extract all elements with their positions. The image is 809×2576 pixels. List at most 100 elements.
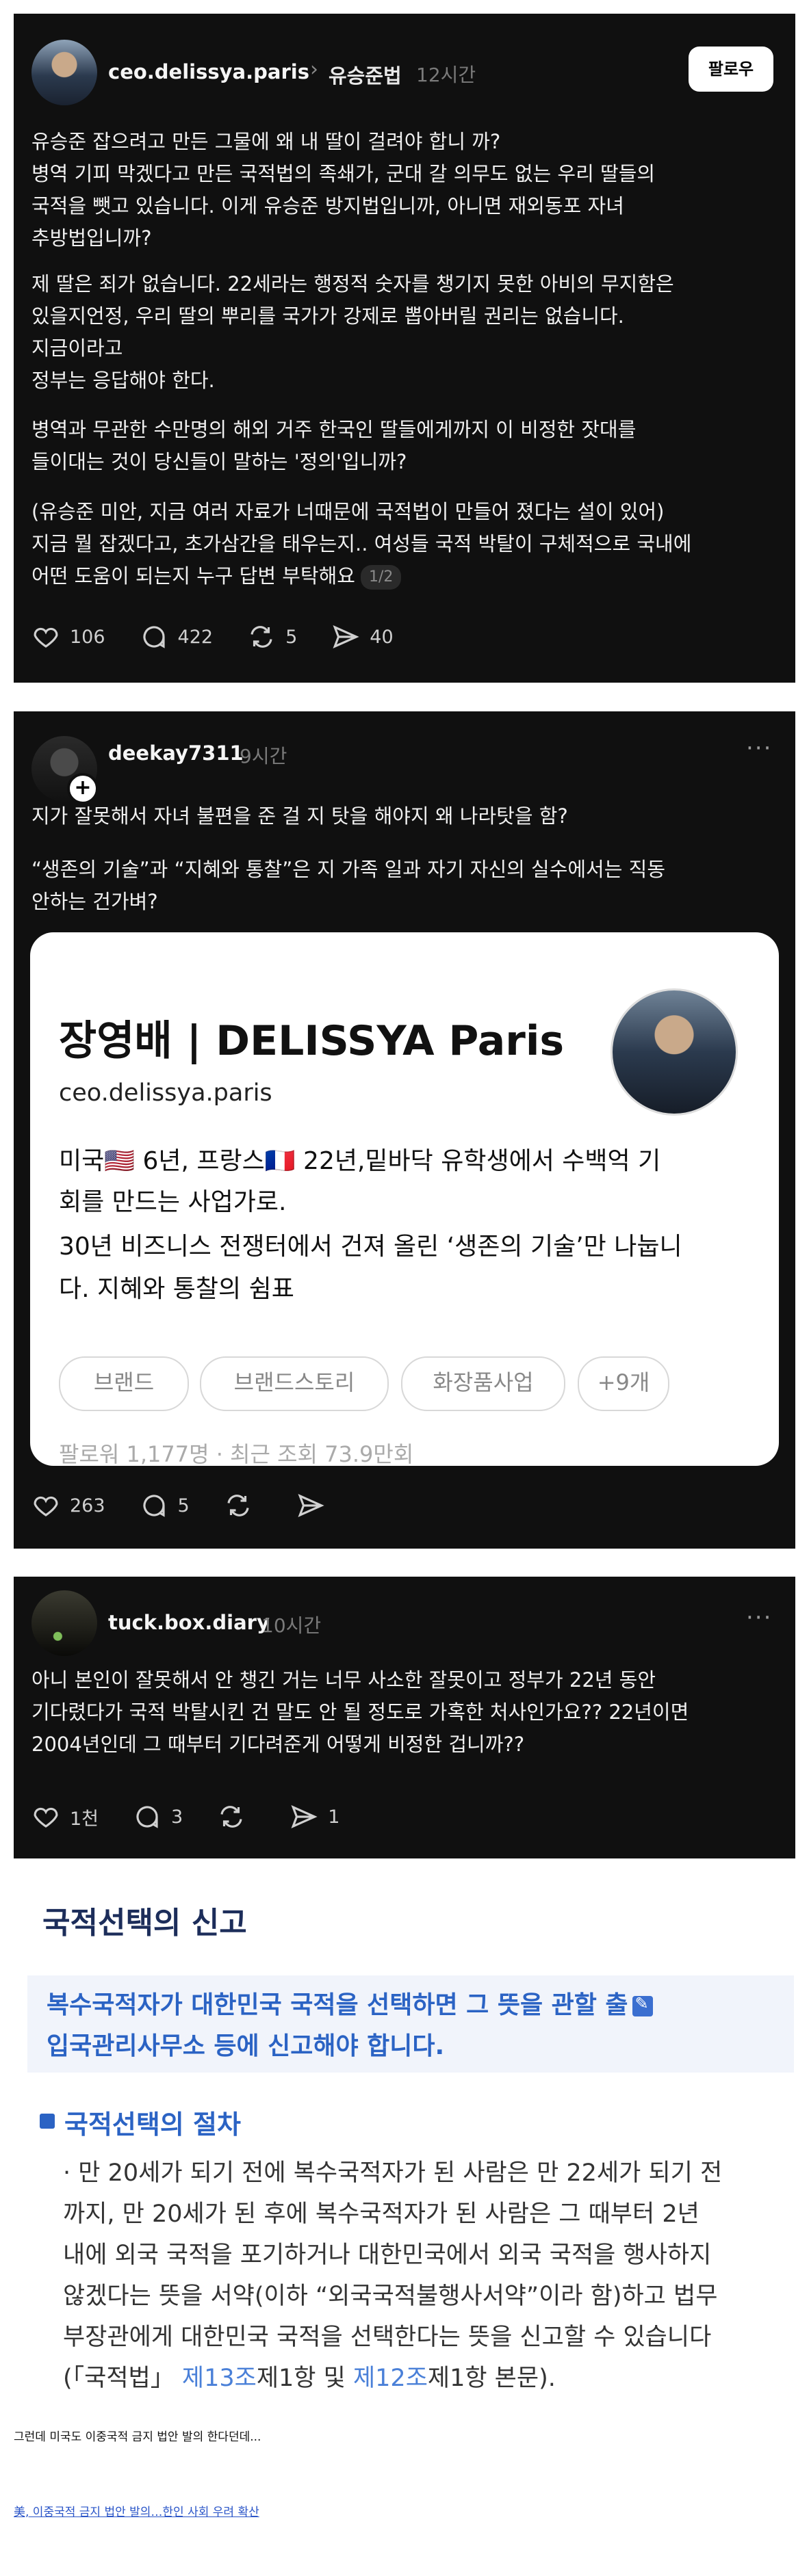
- post-card-1: ceo.delissya.paris › 유승준법 12시간 팔로우 유승준 잡…: [14, 14, 795, 683]
- post-actions: 106 422 5 40: [31, 622, 428, 651]
- post-card-3: tuck.box.diary 10시간 ··· 아니 본인이 잘못해서 안 챙긴…: [14, 1577, 795, 1858]
- share-count: 1: [328, 1806, 340, 1828]
- profile-tag-chip: +9개: [578, 1356, 669, 1411]
- repost-button[interactable]: [217, 1802, 255, 1831]
- send-icon: [291, 1805, 318, 1828]
- repost-icon: [227, 1495, 249, 1516]
- post-text-line: 지가 잘못해서 자녀 불편을 준 걸 지 탓을 해야지 왜 나라탓을 함?: [31, 804, 568, 828]
- doc-text-line: 부장관에게 대한민국 국적을 선택한다는 뜻을 신고할 수 있습니다: [63, 2324, 712, 2351]
- like-count: 1천: [70, 1808, 99, 1830]
- post-time: 12시간: [416, 64, 476, 86]
- profile-avatar: [611, 988, 738, 1116]
- doc-text-line: 않겠다는 뜻을 서약(이하 “외국국적불행사서약”이라 함)하고 법무: [63, 2283, 718, 2310]
- news-link[interactable]: 美, 이중국적 금지 법안 발의…한인 사회 우려 확산: [14, 2502, 259, 2519]
- heart-icon: [34, 1496, 58, 1516]
- post-text-line: 어떤 도움이 되는지 누구 답변 부탁해요 1/2: [31, 560, 402, 592]
- post-time: 10시간: [261, 1614, 322, 1637]
- send-icon: [333, 625, 359, 648]
- post-text-line: 유승준 잡으려고 만든 그물에 왜 내 딸이 걸려야 합니 까?: [31, 130, 501, 153]
- doc-highlight-line: 입국관리사무소 등에 신고해야 합니다.: [47, 2032, 445, 2060]
- doc-title: 국적선택의 신고: [42, 1906, 247, 1941]
- post-username[interactable]: deekay7311: [108, 741, 244, 765]
- post-text-line: 들이대는 것이 당신들이 말하는 '정의'입니까?: [31, 450, 407, 473]
- section-bullet-icon: [40, 2114, 55, 2129]
- like-count: 106: [70, 626, 105, 648]
- post-text-line: 정부는 응답해야 한다.: [31, 369, 215, 392]
- doc-text-line: 내에 외국 국적을 포기하거나 대한민국에서 외국 국적을 행사하지: [63, 2242, 712, 2269]
- doc-text-line: · 만 20세가 되기 전에 복수국적자가 된 사람은 만 22세가 되기 전: [63, 2159, 723, 2187]
- post-text-line: 추방법입니까?: [31, 226, 152, 250]
- more-options-icon[interactable]: ···: [746, 1604, 772, 1631]
- more-options-icon[interactable]: ···: [746, 735, 772, 762]
- like-button[interactable]: 106: [31, 622, 105, 651]
- comment-count: 5: [177, 1495, 190, 1516]
- comment-button[interactable]: 5: [140, 1491, 190, 1520]
- post-text-line: “생존의 기술”과 “지혜와 통찰”은 지 가족 일과 자기 자신의 실수에서는…: [31, 858, 665, 881]
- follow-button[interactable]: 팔로우: [689, 47, 773, 92]
- post-text-line: 병역 기피 막겠다고 만든 국적법의 족쇄가, 군대 갈 의무도 없는 우리 딸…: [31, 162, 656, 185]
- post-username[interactable]: tuck.box.diary: [108, 1611, 270, 1634]
- post-username[interactable]: ceo.delissya.paris: [108, 60, 309, 83]
- repost-icon: [251, 626, 272, 648]
- repost-button[interactable]: [224, 1491, 262, 1520]
- profile-bio-line: 회를 만드는 사업가로.: [59, 1188, 287, 1216]
- profile-bio-line: 다. 지혜와 통찰의 쉼표: [59, 1275, 294, 1303]
- comment-icon: [136, 1806, 158, 1828]
- post-time: 9시간: [240, 745, 287, 767]
- doc-text-line: 까지, 만 20세가 된 후에 복수국적자가 된 사람은 그 때부터 2년: [63, 2200, 699, 2228]
- avatar[interactable]: [31, 40, 97, 105]
- embedded-profile-card: 장영배 | DELISSYA Paris ceo.delissya.paris …: [30, 932, 779, 1466]
- doc-text: 제1항 및: [256, 2365, 353, 2392]
- doc-subtitle: 국적선택의 절차: [64, 2110, 241, 2140]
- doc-text: (「국적법」: [63, 2365, 182, 2392]
- like-button[interactable]: 1천: [31, 1802, 99, 1831]
- heart-icon: [34, 1807, 58, 1828]
- comment-button[interactable]: 3: [133, 1802, 183, 1831]
- comment-icon: [143, 626, 165, 648]
- repost-count: 5: [285, 626, 298, 648]
- repost-button[interactable]: 5: [247, 622, 297, 651]
- profile-handle: ceo.delissya.paris: [59, 1079, 272, 1107]
- chevron-right-icon: ›: [310, 57, 318, 81]
- profile-bio-line: 미국🇺🇸 6년, 프랑스🇫🇷 22년,밑바닥 유학생에서 수백억 기: [59, 1147, 661, 1175]
- profile-bio-line: 30년 비즈니스 전쟁터에서 건져 올린 ‘생존의 기술’만 나눕니: [59, 1233, 682, 1261]
- edit-icon[interactable]: [632, 1994, 653, 2016]
- profile-tag-chip: 화장품사업: [401, 1356, 565, 1411]
- post-text-line: 병역과 무관한 수만명의 해외 거주 한국인 딸들에게까지 이 비정한 잣대를: [31, 418, 637, 441]
- repost-icon: [220, 1806, 242, 1828]
- comment-count: 3: [171, 1806, 183, 1828]
- send-icon: [298, 1494, 324, 1517]
- comment-icon: [143, 1495, 165, 1517]
- post-topic-tag[interactable]: 유승준법: [329, 60, 402, 89]
- post-text-line: 2004년인데 그 때부터 기다려준게 어떻게 비정한 겁니까??: [31, 1733, 525, 1756]
- doc-text-line: (「국적법」 제13조제1항 및 제12조제1항 본문).: [63, 2358, 556, 2393]
- post-text-line: 제 딸은 죄가 없습니다. 22세라는 행정적 숫자를 챙기지 못한 아비의 무…: [31, 272, 674, 295]
- post-text-line: 아니 본인이 잘못해서 안 챙긴 거는 너무 사소한 잘못이고 정부가 22년 …: [31, 1668, 656, 1692]
- post-text-line: 지금이라고: [31, 337, 123, 360]
- profile-stats: 팔로워 1,177명 · 최근 조회 73.9만회: [59, 1441, 414, 1466]
- law-link[interactable]: 제13조: [182, 2365, 257, 2392]
- doc-highlight-line: 복수국적자가 대한민국 국적을 선택하면 그 뜻을 관할 출: [47, 1985, 653, 2021]
- profile-tag-chip: 브랜드: [59, 1356, 189, 1411]
- law-link[interactable]: 제12조: [353, 2365, 428, 2392]
- doc-text: 제1항 본문).: [427, 2365, 556, 2392]
- comment-count: 422: [177, 626, 214, 648]
- share-button[interactable]: 1: [290, 1802, 339, 1831]
- footer-caption: 그런데 미국도 이중국적 금지 법안 발의 한다던데...: [14, 2430, 261, 2444]
- share-button[interactable]: [296, 1491, 335, 1520]
- post-text-line: (유승준 미안, 지금 여러 자료가 너때문에 국적법이 만들어 졌다는 설이 …: [31, 500, 665, 523]
- post-text-line-content: 어떤 도움이 되는지 누구 답변 부탁해요: [31, 564, 355, 588]
- page-indicator: 1/2: [360, 565, 402, 590]
- avatar[interactable]: [31, 1590, 97, 1656]
- profile-tag-chip: 브랜드스토리: [200, 1356, 389, 1411]
- post-text-line: 국적을 뺏고 있습니다. 이게 유승준 방지법입니까, 아니면 재외동포 자녀: [31, 194, 624, 218]
- heart-icon: [34, 627, 58, 648]
- doc-highlight-text: 복수국적자가 대한민국 국적을 선택하면 그 뜻을 관할 출: [47, 1991, 628, 2019]
- share-button[interactable]: 40: [331, 622, 394, 651]
- post-text-line: 기다렸다가 국적 박탈시킨 건 말도 안 될 정도로 가혹한 처사인가요?? 2…: [31, 1700, 689, 1724]
- post-actions: 1천 3 1: [31, 1802, 374, 1831]
- like-button[interactable]: 263: [31, 1491, 105, 1520]
- post-text-line: 지금 뭘 잡겠다고, 초가삼간을 태우는지.. 여성들 국적 박탈이 구체적으로…: [31, 532, 692, 555]
- post-text-line: 안하는 건가벼?: [31, 890, 158, 913]
- comment-button[interactable]: 422: [140, 622, 214, 651]
